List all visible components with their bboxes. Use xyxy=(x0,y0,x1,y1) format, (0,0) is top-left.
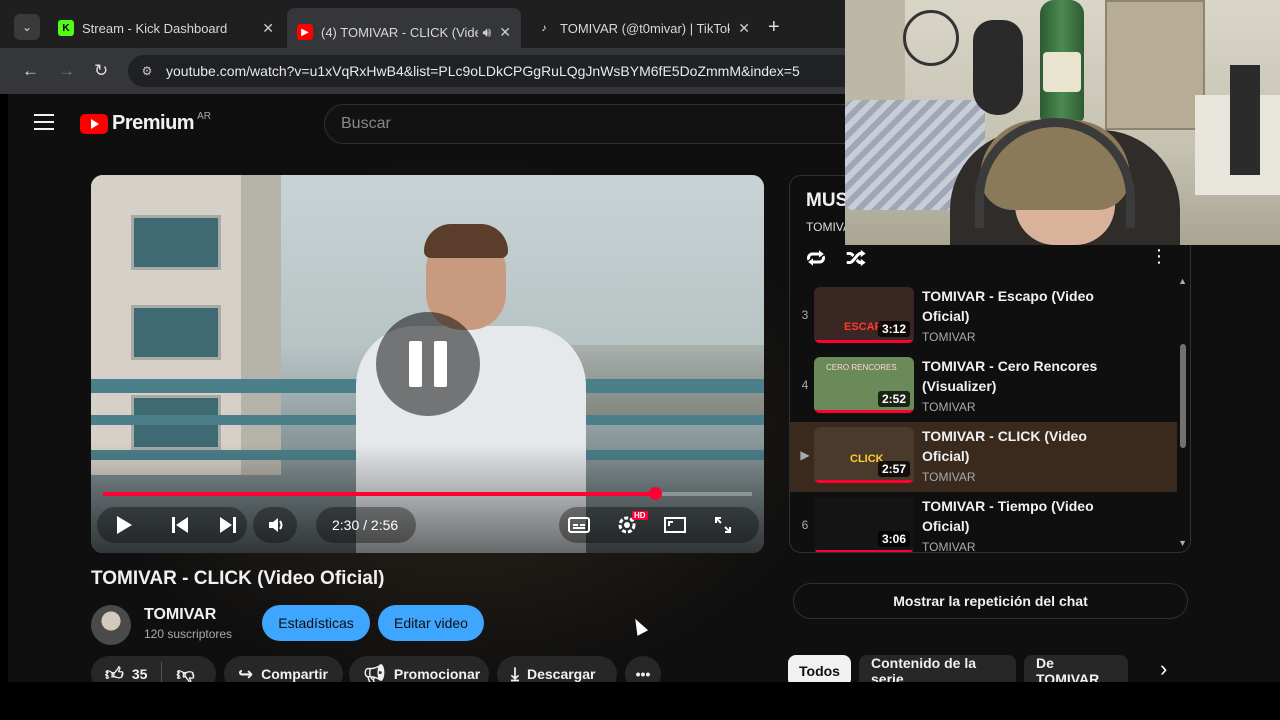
edit-video-button[interactable]: Editar video xyxy=(378,605,484,641)
youtube-play-icon xyxy=(80,113,108,134)
playlist-scrollbar[interactable] xyxy=(1180,344,1186,448)
more-vertical-icon[interactable]: ⋮ xyxy=(1150,246,1168,267)
search-input[interactable]: Buscar xyxy=(324,104,854,144)
playlist-item-channel: TOMIVAR xyxy=(922,330,976,344)
scrubber-handle[interactable] xyxy=(648,487,662,500)
youtube-logo[interactable]: Premium AR xyxy=(80,111,211,135)
previous-icon[interactable] xyxy=(165,507,195,543)
theater-mode-icon[interactable] xyxy=(660,507,690,543)
url-bar[interactable]: ⚙ youtube.com/watch?v=u1xVqRxHwB4&list=P… xyxy=(128,55,845,87)
time-display: 2:30 / 2:56 xyxy=(332,517,399,533)
site-settings-icon[interactable]: ⚙ xyxy=(138,62,156,80)
duration-badge: 3:12 xyxy=(877,321,910,337)
video-thumbnail: CLICK 2:57 xyxy=(814,427,914,483)
playlist-item-channel: TOMIVAR xyxy=(922,470,976,484)
video-thumbnail: CERO RENCORES 2:52 xyxy=(814,357,914,413)
reload-icon[interactable]: ↻ xyxy=(94,61,108,81)
duration-badge: 2:57 xyxy=(877,461,910,477)
promote-button[interactable]: 📢︎ Promocionar xyxy=(349,656,489,682)
video-player[interactable]: 2:30 / 2:56 HD xyxy=(91,175,764,553)
chevron-down-icon: ⌄ xyxy=(21,20,33,34)
playlist-item-title: TOMIVAR - Tiempo (Video Oficial) xyxy=(922,498,1094,534)
stats-button[interactable]: Estadísticas xyxy=(262,605,370,641)
address-bar-row: ← → ↻ ⚙ youtube.com/watch?v=u1xVqRxHwB4&… xyxy=(0,48,845,94)
chip-todos[interactable]: Todos xyxy=(788,655,851,682)
playlist-item[interactable]: 3 ESCAP 3:12 TOMIVAR - Escapo (Video Ofi… xyxy=(790,282,1177,352)
pause-overlay-icon[interactable] xyxy=(376,312,480,416)
volume-icon[interactable] xyxy=(261,507,291,543)
fan-image xyxy=(903,10,959,66)
loop-icon[interactable]: 🔁︎ xyxy=(806,244,826,273)
settings-gear-icon[interactable]: HD xyxy=(612,507,648,543)
shuffle-icon[interactable]: 🔀︎ xyxy=(846,244,866,273)
thumbs-up-icon[interactable]: 👍︎ xyxy=(105,663,124,682)
share-arrow-icon: ↪ xyxy=(238,663,254,683)
speaker-icon[interactable]: 🔊︎ xyxy=(482,24,491,41)
subtitles-icon[interactable] xyxy=(564,507,594,543)
playlist-item[interactable]: 4 CERO RENCORES 2:52 TOMIVAR - Cero Renc… xyxy=(790,352,1177,422)
video-thumbnail: ESCAP 3:12 xyxy=(814,287,914,343)
playlist-item-title: TOMIVAR - CLICK (Video Oficial) xyxy=(922,428,1087,464)
thumbs-down-icon[interactable]: 👎︎ xyxy=(176,663,194,682)
forward-arrow-icon[interactable]: → xyxy=(58,61,75,81)
playlist-item-channel: TOMIVAR xyxy=(922,540,976,553)
fullscreen-icon[interactable] xyxy=(708,507,738,543)
share-button[interactable]: ↪ Compartir xyxy=(224,656,343,682)
youtube-icon: ▶ xyxy=(297,24,313,40)
chip-series-content[interactable]: Contenido de la serie xyxy=(859,655,1016,682)
chip-from-tomivar[interactable]: De TOMIVAR xyxy=(1024,655,1128,682)
playlist-item-title: TOMIVAR - Cero Rencores (Visualizer) xyxy=(922,358,1098,394)
channel-name[interactable]: TOMIVAR xyxy=(144,606,216,624)
more-horizontal-icon: ••• xyxy=(635,666,651,682)
tiktok-icon: ♪ xyxy=(541,22,547,34)
tab-tiktok[interactable]: ♪ TOMIVAR (@t0mivar) | TikTok ✕ xyxy=(526,8,760,48)
download-button[interactable]: ⤓ Descargar xyxy=(497,656,617,682)
channel-avatar[interactable] xyxy=(91,605,131,645)
new-tab-button[interactable]: + xyxy=(768,16,780,39)
playlist-title[interactable]: MUS xyxy=(806,190,848,212)
playlist-item-current[interactable]: ▶ CLICK 2:57 TOMIVAR - CLICK (Video Ofic… xyxy=(790,422,1177,492)
next-icon[interactable] xyxy=(213,507,243,543)
playlist-item[interactable]: 6 3:06 TOMIVAR - Tiempo (Video Oficial) … xyxy=(790,492,1177,553)
url-text: youtube.com/watch?v=u1xVqRxHwB4&list=PLc… xyxy=(166,63,800,79)
close-icon[interactable]: ✕ xyxy=(738,20,750,37)
play-icon[interactable] xyxy=(109,507,139,543)
progress-fill xyxy=(103,492,655,496)
megaphone-icon: 📢︎ xyxy=(363,663,386,683)
like-count[interactable]: 35 xyxy=(132,666,148,682)
duration-badge: 3:06 xyxy=(877,531,910,547)
close-icon[interactable]: ✕ xyxy=(499,24,511,41)
download-icon: ⤓ xyxy=(511,663,519,683)
video-thumbnail: 3:06 xyxy=(814,497,914,552)
tab-kick-dashboard[interactable]: K Stream - Kick Dashboard ✕ xyxy=(48,8,284,48)
show-chat-replay-button[interactable]: Mostrar la repetición del chat xyxy=(793,583,1188,619)
playlist-item-channel: TOMIVAR xyxy=(922,400,976,414)
like-dislike-group: 👍︎ 35 👎︎ xyxy=(91,656,216,682)
webcam-overlay xyxy=(845,0,1280,245)
scroll-up-arrow-icon[interactable]: ▲ xyxy=(1178,276,1187,286)
kick-icon: K xyxy=(58,20,74,36)
video-title: TOMIVAR - CLICK (Video Oficial) xyxy=(91,568,385,589)
back-arrow-icon[interactable]: ← xyxy=(22,61,39,81)
hamburger-menu-icon[interactable] xyxy=(34,114,54,135)
duration-badge: 2:52 xyxy=(877,391,910,407)
hd-badge: HD xyxy=(632,511,648,520)
progress-bar[interactable] xyxy=(103,487,752,500)
subscriber-count: 120 suscriptores xyxy=(144,627,233,641)
playlist-item-title: TOMIVAR - Escapo (Video Oficial) xyxy=(922,288,1094,324)
chevron-right-icon[interactable]: › xyxy=(1160,656,1167,682)
scroll-down-arrow-icon[interactable]: ▼ xyxy=(1178,538,1187,548)
close-icon[interactable]: ✕ xyxy=(262,20,274,37)
tab-search-button[interactable]: ⌄ xyxy=(14,14,40,40)
